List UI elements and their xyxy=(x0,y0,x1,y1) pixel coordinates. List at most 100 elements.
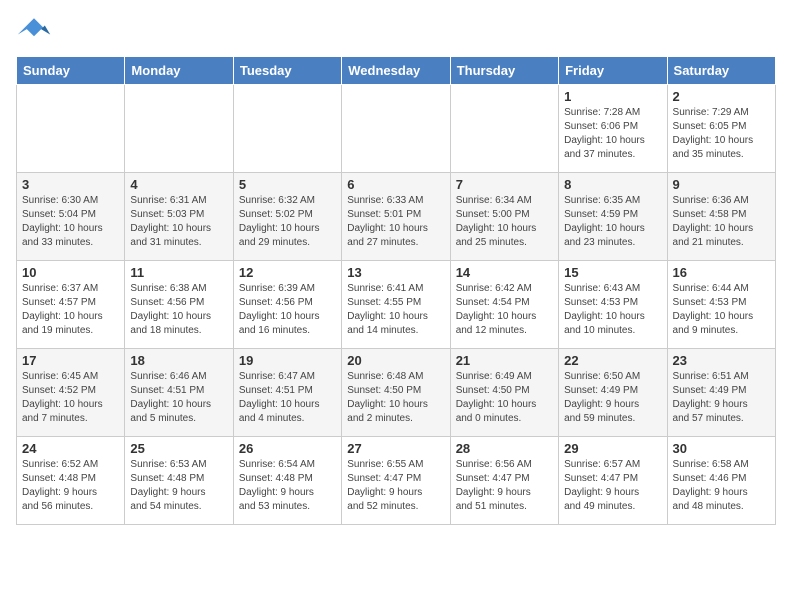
logo xyxy=(16,16,56,44)
day-number: 30 xyxy=(673,441,770,456)
day-info: Sunrise: 6:43 AM Sunset: 4:53 PM Dayligh… xyxy=(564,282,661,338)
weekday-header: Monday xyxy=(125,57,233,85)
calendar-cell: 30 Sunrise: 6:58 AM Sunset: 4:46 PM Dayli… xyxy=(667,437,775,525)
day-info: Sunrise: 6:42 AM Sunset: 4:54 PM Dayligh… xyxy=(456,282,553,338)
calendar-cell: 25 Sunrise: 6:53 AM Sunset: 4:48 PM Dayli… xyxy=(125,437,233,525)
day-number: 25 xyxy=(130,441,227,456)
calendar-cell: 15 Sunrise: 6:43 AM Sunset: 4:53 PM Dayli… xyxy=(559,261,667,349)
day-info: Sunrise: 7:28 AM Sunset: 6:06 PM Dayligh… xyxy=(564,106,661,162)
calendar-cell xyxy=(233,85,341,173)
day-number: 12 xyxy=(239,265,336,280)
calendar-cell: 8Sunrise: 6:35 AM Sunset: 4:59 PM Daylig… xyxy=(559,173,667,261)
weekday-header: Thursday xyxy=(450,57,558,85)
logo-icon xyxy=(16,16,52,44)
calendar-header: SundayMondayTuesdayWednesdayThursdayFrid… xyxy=(17,57,776,85)
day-info: Sunrise: 6:47 AM Sunset: 4:51 PM Dayligh… xyxy=(239,370,336,426)
calendar-cell: 4Sunrise: 6:31 AM Sunset: 5:03 PM Daylig… xyxy=(125,173,233,261)
calendar-cell xyxy=(17,85,125,173)
day-number: 17 xyxy=(22,353,119,368)
day-number: 21 xyxy=(456,353,553,368)
day-number: 9 xyxy=(673,177,770,192)
calendar-cell: 1 Sunrise: 7:28 AM Sunset: 6:06 PM Daylig… xyxy=(559,85,667,173)
day-number: 29 xyxy=(564,441,661,456)
day-number: 22 xyxy=(564,353,661,368)
day-info: Sunrise: 6:53 AM Sunset: 4:48 PM Dayligh… xyxy=(130,458,227,514)
calendar-cell: 23Sunrise: 6:51 AM Sunset: 4:49 PM Dayli… xyxy=(667,349,775,437)
calendar-cell: 6Sunrise: 6:33 AM Sunset: 5:01 PM Daylig… xyxy=(342,173,450,261)
calendar-cell: 11Sunrise: 6:38 AM Sunset: 4:56 PM Dayli… xyxy=(125,261,233,349)
day-number: 28 xyxy=(456,441,553,456)
weekday-header: Sunday xyxy=(17,57,125,85)
calendar-cell: 3Sunrise: 6:30 AM Sunset: 5:04 PM Daylig… xyxy=(17,173,125,261)
day-info: Sunrise: 6:41 AM Sunset: 4:55 PM Dayligh… xyxy=(347,282,444,338)
calendar-cell: 22 Sunrise: 6:50 AM Sunset: 4:49 PM Dayli… xyxy=(559,349,667,437)
day-number: 15 xyxy=(564,265,661,280)
calendar-cell xyxy=(125,85,233,173)
calendar-table: SundayMondayTuesdayWednesdayThursdayFrid… xyxy=(16,56,776,525)
day-info: Sunrise: 6:34 AM Sunset: 5:00 PM Dayligh… xyxy=(456,194,553,250)
calendar-cell: 20 Sunrise: 6:48 AM Sunset: 4:50 PM Dayli… xyxy=(342,349,450,437)
day-info: Sunrise: 6:49 AM Sunset: 4:50 PM Dayligh… xyxy=(456,370,553,426)
calendar-cell: 29 Sunrise: 6:57 AM Sunset: 4:47 PM Dayli… xyxy=(559,437,667,525)
day-number: 18 xyxy=(130,353,227,368)
day-number: 13 xyxy=(347,265,444,280)
calendar-cell: 10 Sunrise: 6:37 AM Sunset: 4:57 PM Dayli… xyxy=(17,261,125,349)
day-info: Sunrise: 6:52 AM Sunset: 4:48 PM Dayligh… xyxy=(22,458,119,514)
calendar-cell: 9 Sunrise: 6:36 AM Sunset: 4:58 PM Daylig… xyxy=(667,173,775,261)
day-number: 26 xyxy=(239,441,336,456)
day-info: Sunrise: 6:46 AM Sunset: 4:51 PM Dayligh… xyxy=(130,370,227,426)
day-info: Sunrise: 6:31 AM Sunset: 5:03 PM Dayligh… xyxy=(130,194,227,250)
day-info: Sunrise: 6:57 AM Sunset: 4:47 PM Dayligh… xyxy=(564,458,661,514)
day-number: 1 xyxy=(564,89,661,104)
day-info: Sunrise: 6:58 AM Sunset: 4:46 PM Dayligh… xyxy=(673,458,770,514)
calendar-cell: 28 Sunrise: 6:56 AM Sunset: 4:47 PM Dayli… xyxy=(450,437,558,525)
calendar-week-row: 10 Sunrise: 6:37 AM Sunset: 4:57 PM Dayli… xyxy=(17,261,776,349)
day-info: Sunrise: 6:54 AM Sunset: 4:48 PM Dayligh… xyxy=(239,458,336,514)
calendar-cell xyxy=(342,85,450,173)
day-number: 10 xyxy=(22,265,119,280)
calendar-cell: 5 Sunrise: 6:32 AM Sunset: 5:02 PM Daylig… xyxy=(233,173,341,261)
calendar-cell: 27Sunrise: 6:55 AM Sunset: 4:47 PM Dayli… xyxy=(342,437,450,525)
day-info: Sunrise: 6:56 AM Sunset: 4:47 PM Dayligh… xyxy=(456,458,553,514)
calendar-week-row: 1 Sunrise: 7:28 AM Sunset: 6:06 PM Daylig… xyxy=(17,85,776,173)
header-row: SundayMondayTuesdayWednesdayThursdayFrid… xyxy=(17,57,776,85)
calendar-cell: 14Sunrise: 6:42 AM Sunset: 4:54 PM Dayli… xyxy=(450,261,558,349)
calendar-week-row: 24 Sunrise: 6:52 AM Sunset: 4:48 PM Dayli… xyxy=(17,437,776,525)
day-info: Sunrise: 6:45 AM Sunset: 4:52 PM Dayligh… xyxy=(22,370,119,426)
day-info: Sunrise: 6:44 AM Sunset: 4:53 PM Dayligh… xyxy=(673,282,770,338)
weekday-header: Tuesday xyxy=(233,57,341,85)
day-info: Sunrise: 6:50 AM Sunset: 4:49 PM Dayligh… xyxy=(564,370,661,426)
day-number: 27 xyxy=(347,441,444,456)
day-info: Sunrise: 6:32 AM Sunset: 5:02 PM Dayligh… xyxy=(239,194,336,250)
day-number: 3 xyxy=(22,177,119,192)
day-number: 16 xyxy=(673,265,770,280)
calendar-cell: 26 Sunrise: 6:54 AM Sunset: 4:48 PM Dayli… xyxy=(233,437,341,525)
calendar-cell: 21 Sunrise: 6:49 AM Sunset: 4:50 PM Dayli… xyxy=(450,349,558,437)
weekday-header: Friday xyxy=(559,57,667,85)
day-info: Sunrise: 6:48 AM Sunset: 4:50 PM Dayligh… xyxy=(347,370,444,426)
calendar-cell: 2 Sunrise: 7:29 AM Sunset: 6:05 PM Daylig… xyxy=(667,85,775,173)
weekday-header: Saturday xyxy=(667,57,775,85)
day-number: 20 xyxy=(347,353,444,368)
calendar-cell: 24 Sunrise: 6:52 AM Sunset: 4:48 PM Dayli… xyxy=(17,437,125,525)
calendar-cell: 12 Sunrise: 6:39 AM Sunset: 4:56 PM Dayli… xyxy=(233,261,341,349)
calendar-week-row: 3Sunrise: 6:30 AM Sunset: 5:04 PM Daylig… xyxy=(17,173,776,261)
day-info: Sunrise: 6:35 AM Sunset: 4:59 PM Dayligh… xyxy=(564,194,661,250)
weekday-header: Wednesday xyxy=(342,57,450,85)
calendar-cell: 19Sunrise: 6:47 AM Sunset: 4:51 PM Dayli… xyxy=(233,349,341,437)
day-info: Sunrise: 6:39 AM Sunset: 4:56 PM Dayligh… xyxy=(239,282,336,338)
day-number: 24 xyxy=(22,441,119,456)
day-info: Sunrise: 6:37 AM Sunset: 4:57 PM Dayligh… xyxy=(22,282,119,338)
calendar-week-row: 17 Sunrise: 6:45 AM Sunset: 4:52 PM Dayli… xyxy=(17,349,776,437)
day-info: Sunrise: 7:29 AM Sunset: 6:05 PM Dayligh… xyxy=(673,106,770,162)
day-number: 7 xyxy=(456,177,553,192)
day-info: Sunrise: 6:36 AM Sunset: 4:58 PM Dayligh… xyxy=(673,194,770,250)
day-number: 5 xyxy=(239,177,336,192)
day-number: 2 xyxy=(673,89,770,104)
day-number: 6 xyxy=(347,177,444,192)
calendar-cell: 18 Sunrise: 6:46 AM Sunset: 4:51 PM Dayli… xyxy=(125,349,233,437)
calendar-cell: 16 Sunrise: 6:44 AM Sunset: 4:53 PM Dayli… xyxy=(667,261,775,349)
day-number: 11 xyxy=(130,265,227,280)
calendar-cell: 13 Sunrise: 6:41 AM Sunset: 4:55 PM Dayli… xyxy=(342,261,450,349)
calendar-body: 1 Sunrise: 7:28 AM Sunset: 6:06 PM Daylig… xyxy=(17,85,776,525)
